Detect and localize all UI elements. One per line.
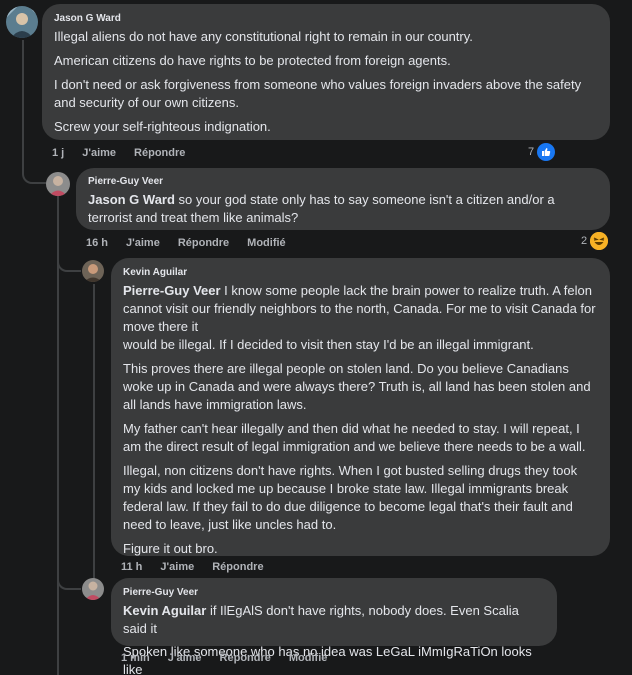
edited-label[interactable]: Modifié (247, 236, 286, 250)
reply-button[interactable]: Répondre (212, 560, 263, 574)
timestamp[interactable]: 16 h (86, 236, 108, 250)
reaction-count: 2 (581, 235, 588, 247)
comment-text: Jason G Ward so your god state only has … (88, 191, 598, 227)
comment-author[interactable]: Kevin Aguilar (123, 266, 598, 280)
timestamp[interactable]: 1 min (121, 651, 150, 665)
haha-icon (590, 232, 609, 250)
reply-button[interactable]: Répondre (220, 651, 271, 665)
comment-author[interactable]: Jason G Ward (54, 12, 598, 26)
comment-text: My father can't hear illegally and then … (123, 421, 586, 454)
reply-button[interactable]: Répondre (178, 236, 229, 250)
comment-text: This proves there are illegal people on … (123, 361, 591, 412)
thread-connector (22, 158, 48, 184)
comment-bubble: Pierre-Guy Veer Kevin Aguilar if IlEgAlS… (111, 578, 557, 675)
avatar[interactable] (6, 6, 38, 38)
like-button[interactable]: J'aime (160, 560, 194, 574)
reply-button[interactable]: Répondre (134, 146, 185, 160)
reaction-summary[interactable]: 7 (528, 143, 556, 161)
thread-connector (57, 250, 81, 272)
thread-line (93, 284, 95, 582)
comment-actions: 11 h J'aime Répondre (121, 560, 264, 574)
comment-bubble: Kevin Aguilar Pierre-Guy Veer I know som… (111, 258, 610, 556)
comment-text: Pierre-Guy Veer I know some people lack … (123, 282, 598, 336)
like-button[interactable]: J'aime (82, 146, 116, 160)
comment-actions: 16 h J'aime Répondre Modifié (86, 236, 286, 250)
comment-author[interactable]: Pierre-Guy Veer (88, 175, 598, 189)
avatar[interactable] (82, 578, 104, 600)
reaction-summary[interactable]: 2 (581, 232, 609, 250)
comment-bubble: Jason G Ward Illegal aliens do not have … (42, 4, 610, 140)
reaction-count: 7 (528, 146, 535, 158)
edited-label[interactable]: Modifié (289, 651, 328, 665)
thread-line (22, 40, 24, 160)
comment-text: Figure it out bro. (123, 541, 218, 556)
like-icon (537, 143, 556, 161)
comment-bubble: Pierre-Guy Veer Jason G Ward so your god… (76, 168, 610, 230)
mention-link[interactable]: Pierre-Guy Veer (123, 283, 221, 298)
timestamp[interactable]: 11 h (121, 560, 142, 574)
like-button[interactable]: J'aime (126, 236, 160, 250)
mention-link[interactable]: Kevin Aguilar (123, 603, 206, 618)
avatar[interactable] (46, 172, 70, 196)
comment-actions: 1 min J'aime Répondre Modifié (121, 651, 327, 665)
comment-text: Kevin Aguilar if IlEgAlS don't have righ… (123, 602, 545, 638)
comment-actions: 1 j J'aime Répondre (52, 146, 185, 160)
thread-connector (57, 566, 81, 590)
comment-author[interactable]: Pierre-Guy Veer (123, 586, 545, 600)
mention-link[interactable]: Jason G Ward (88, 192, 175, 207)
comment-text: Screw your self-righteous indignation. (54, 119, 271, 134)
comment-text: would be illegal. If I decided to visit … (123, 337, 534, 352)
avatar[interactable] (82, 260, 104, 282)
comment-text: I don't need or ask forgiveness from som… (54, 77, 582, 110)
timestamp[interactable]: 1 j (52, 146, 64, 160)
comment-text: American citizens do have rights to be p… (54, 53, 451, 68)
like-button[interactable]: J'aime (168, 651, 202, 665)
comment-text: Illegal, non citizens don't have rights.… (123, 463, 578, 532)
comment-text: Illegal aliens do not have any constitut… (54, 29, 473, 44)
